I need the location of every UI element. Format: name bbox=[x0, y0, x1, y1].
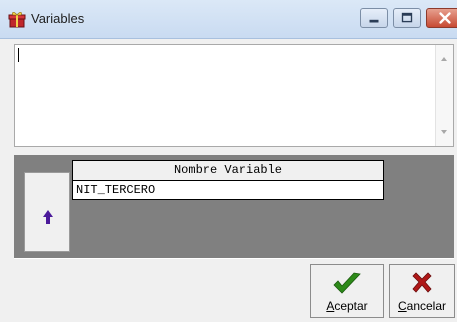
maximize-button[interactable] bbox=[393, 8, 421, 28]
accept-label: Aceptar bbox=[326, 299, 368, 313]
maximize-icon bbox=[401, 12, 413, 23]
minimize-icon bbox=[369, 19, 379, 23]
close-button[interactable] bbox=[426, 8, 457, 28]
divider bbox=[14, 258, 454, 259]
vertical-scrollbar[interactable] bbox=[435, 45, 453, 146]
minimize-button[interactable] bbox=[360, 8, 388, 28]
x-icon bbox=[412, 272, 432, 293]
cancel-label: Cancelar bbox=[397, 299, 447, 313]
window-title: Variables bbox=[31, 11, 85, 26]
scroll-up-arrow[interactable] bbox=[441, 57, 447, 61]
cancel-button[interactable]: Cancelar bbox=[389, 264, 455, 318]
gift-icon bbox=[8, 12, 26, 28]
up-arrow-icon bbox=[43, 210, 53, 224]
variables-table[interactable]: Nombre Variable NIT_TERCERO bbox=[72, 160, 384, 200]
table-row[interactable]: NIT_TERCERO bbox=[73, 181, 383, 199]
accept-button[interactable]: Aceptar bbox=[310, 264, 384, 318]
insert-variable-button[interactable] bbox=[24, 172, 70, 252]
text-caret bbox=[18, 48, 19, 62]
variables-window: Variables Nombre Variable NIT_TERCERO Ac… bbox=[0, 0, 457, 322]
title-bar[interactable]: Variables bbox=[0, 0, 457, 39]
checkmark-icon bbox=[333, 272, 361, 294]
close-icon bbox=[439, 12, 451, 24]
column-header-nombre-variable[interactable]: Nombre Variable bbox=[73, 161, 383, 181]
scroll-down-arrow[interactable] bbox=[441, 130, 447, 134]
expression-textarea[interactable] bbox=[14, 44, 454, 147]
